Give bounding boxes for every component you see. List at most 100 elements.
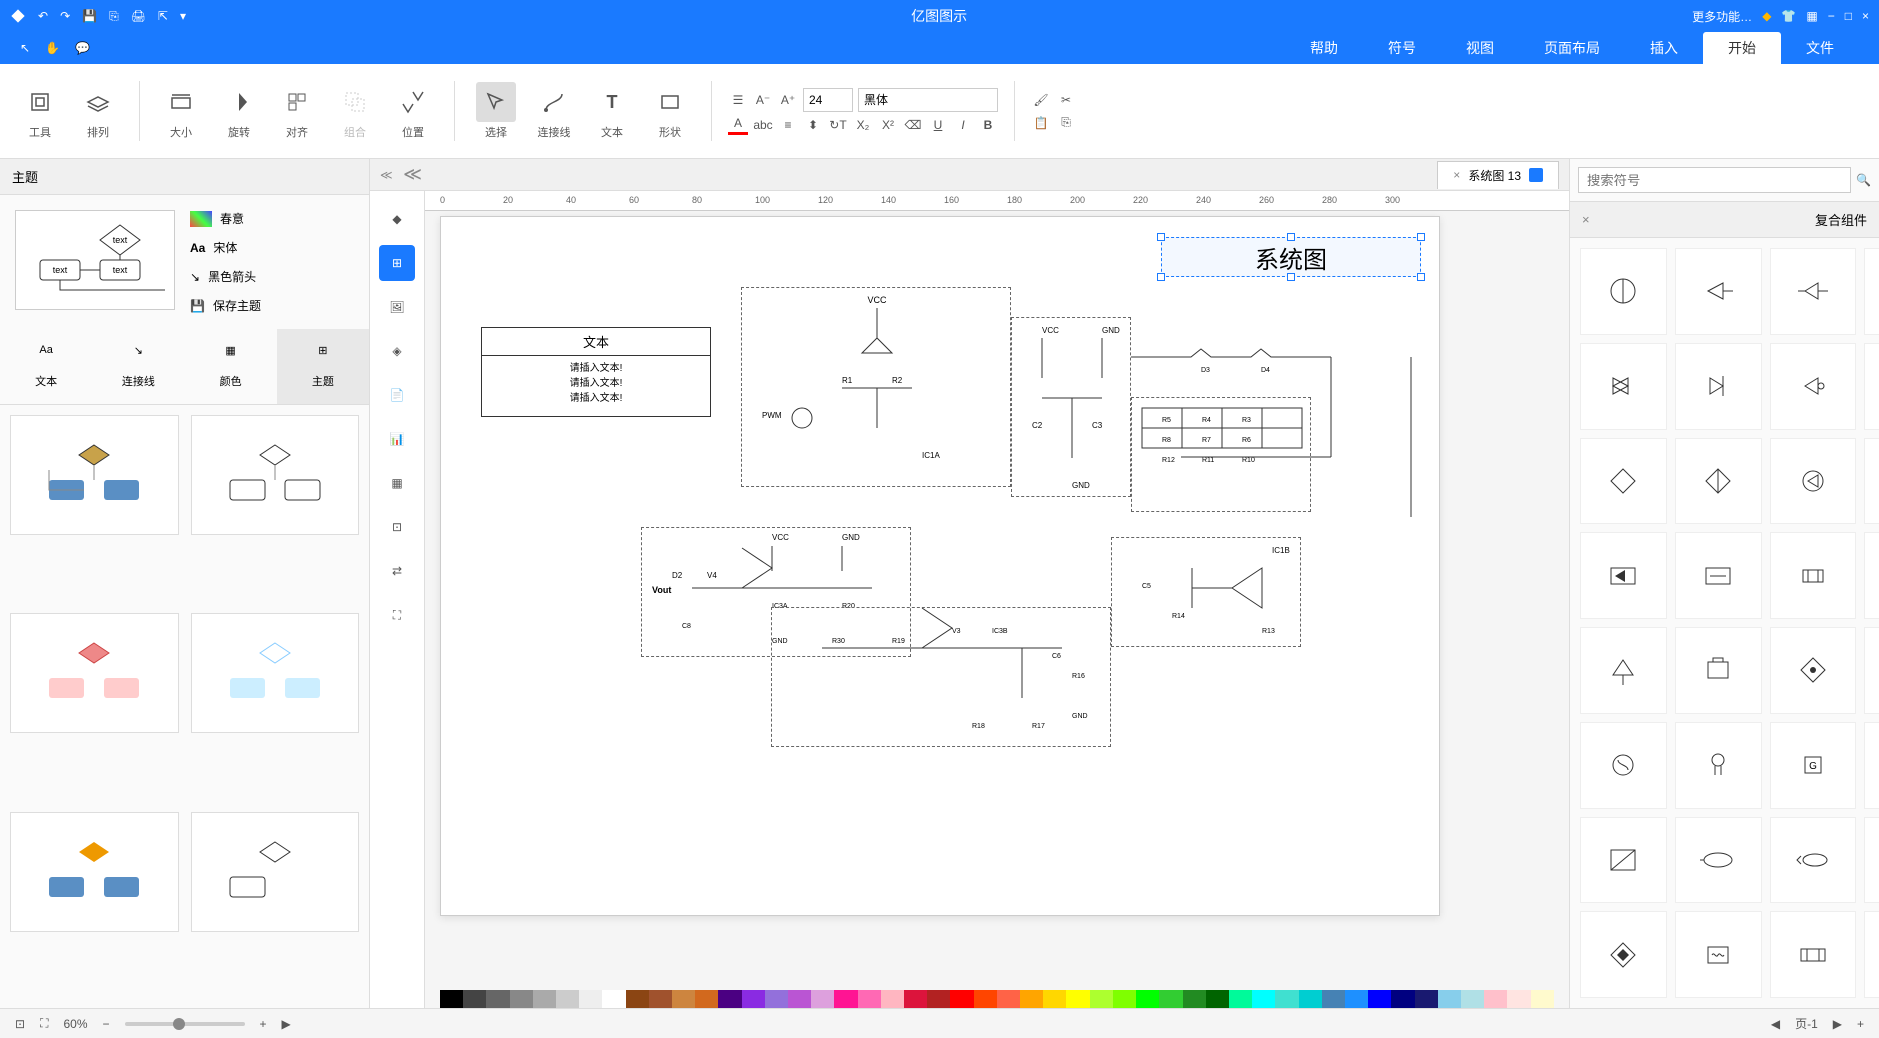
symbol-item[interactable] — [1770, 627, 1857, 714]
image-tool-icon[interactable]: 🖼 — [379, 289, 415, 325]
symbol-item[interactable] — [1675, 627, 1762, 714]
shapes-tool-icon[interactable]: ⊞ — [379, 245, 415, 281]
color-swatch[interactable] — [556, 990, 579, 1008]
color-swatch[interactable] — [1113, 990, 1136, 1008]
align-button[interactable] — [277, 82, 317, 122]
color-swatch[interactable] — [1275, 990, 1298, 1008]
minimize-button[interactable]: − — [1828, 9, 1835, 23]
maximize-button[interactable]: □ — [1845, 9, 1852, 23]
theme-opt-save[interactable]: 💾保存主题 — [190, 297, 261, 314]
symbol-item[interactable] — [1770, 532, 1857, 619]
cut-icon[interactable]: ✂ — [1056, 90, 1076, 110]
search-icon[interactable]: 🔍 — [1856, 173, 1871, 187]
color-swatch[interactable] — [1206, 990, 1229, 1008]
connector-button[interactable] — [534, 82, 574, 122]
theme-item[interactable] — [191, 812, 360, 932]
notes-tool-icon[interactable]: 📄 — [379, 377, 415, 413]
fullscreen-tool-icon[interactable]: ⛶ — [379, 597, 415, 633]
zoom-out-icon[interactable]: − — [103, 1017, 110, 1031]
color-swatch[interactable] — [1391, 990, 1414, 1008]
symbol-item[interactable]: G — [1770, 722, 1857, 809]
menu-tab-help[interactable]: 帮助 — [1285, 32, 1363, 64]
tab-close-icon[interactable]: × — [1453, 168, 1460, 182]
panel-close-icon[interactable]: × — [1582, 212, 1590, 227]
prev-page-icon[interactable]: ◀ — [1771, 1017, 1780, 1031]
color-swatch[interactable] — [1066, 990, 1089, 1008]
canvas[interactable]: 0204060801001201401601802002202402602803… — [425, 191, 1569, 1008]
theme-tab-text[interactable]: Aa文本 — [0, 329, 92, 404]
tabs-more-icon[interactable]: ≪ — [380, 168, 393, 182]
clear-format-icon[interactable]: ⌫ — [903, 115, 923, 135]
symbol-item[interactable] — [1770, 343, 1857, 430]
symbol-item[interactable] — [1864, 343, 1879, 430]
menu-tab-file[interactable]: 文件 — [1781, 32, 1859, 64]
color-swatch[interactable] — [811, 990, 834, 1008]
symbol-item[interactable] — [1864, 532, 1879, 619]
font-bigger-icon[interactable]: A⁺ — [778, 90, 798, 110]
theme-tab-connector[interactable]: ↘连接线 — [92, 329, 184, 404]
symbol-item[interactable]: X/Y — [1864, 817, 1879, 904]
symbol-search-input[interactable] — [1578, 167, 1851, 193]
symbol-item[interactable] — [1864, 722, 1879, 809]
org-tool-icon[interactable]: ⇄ — [379, 553, 415, 589]
zoom-slider[interactable] — [125, 1022, 245, 1026]
fit-page-icon[interactable]: ⊡ — [15, 1017, 25, 1031]
color-swatch[interactable] — [695, 990, 718, 1008]
table-tool-icon[interactable]: ▦ — [379, 465, 415, 501]
color-swatch[interactable] — [881, 990, 904, 1008]
clipboard-icon[interactable]: ⎘ — [1056, 113, 1076, 133]
color-swatch[interactable] — [997, 990, 1020, 1008]
theme-item[interactable] — [10, 812, 179, 932]
font-color-icon[interactable]: A — [728, 115, 748, 135]
symbol-item[interactable] — [1580, 343, 1667, 430]
diamond-icon[interactable]: ◆ — [1762, 9, 1771, 23]
combine-button[interactable] — [335, 82, 375, 122]
diagram-title-selected[interactable]: 系统图 — [1161, 237, 1421, 277]
redo-icon[interactable]: ↷ — [60, 9, 70, 23]
symbol-item[interactable] — [1675, 817, 1762, 904]
circuit-module-1[interactable]: VCCR1R2PWMIC1A — [741, 287, 1011, 487]
text-button[interactable]: T — [592, 82, 632, 122]
paste-icon[interactable]: 📋 — [1031, 113, 1051, 133]
color-swatch[interactable] — [1484, 990, 1507, 1008]
color-swatch[interactable] — [1252, 990, 1275, 1008]
indent-icon[interactable]: ☰ — [728, 90, 748, 110]
color-swatch[interactable] — [463, 990, 486, 1008]
color-swatch[interactable] — [440, 990, 463, 1008]
shape-button[interactable] — [650, 82, 690, 122]
next-page-icon[interactable]: ▶ — [1833, 1017, 1842, 1031]
theme-opt-connector[interactable]: ↘黑色箭头 — [190, 268, 261, 285]
color-swatch[interactable] — [1183, 990, 1206, 1008]
play-icon[interactable]: ▶ — [282, 1017, 291, 1031]
symbol-item[interactable] — [1675, 248, 1762, 335]
color-swatch[interactable] — [1461, 990, 1484, 1008]
symbol-item[interactable] — [1864, 911, 1879, 998]
symbol-item[interactable] — [1580, 438, 1667, 525]
format-painter-icon[interactable]: 🖌 — [1031, 90, 1051, 110]
circuit-module-2[interactable]: VCCGNDC2C3GND — [1011, 317, 1131, 497]
symbol-item[interactable] — [1770, 248, 1857, 335]
annotation-icon[interactable]: 💬 — [75, 41, 90, 55]
chart-tool-icon[interactable]: 📊 — [379, 421, 415, 457]
symbol-item[interactable] — [1580, 911, 1667, 998]
theme-item[interactable] — [10, 613, 179, 733]
color-swatch[interactable] — [602, 990, 625, 1008]
symbol-item[interactable] — [1864, 627, 1879, 714]
symbol-item[interactable] — [1675, 438, 1762, 525]
hand-tool-icon[interactable]: ✋ — [45, 41, 60, 55]
color-swatch[interactable] — [626, 990, 649, 1008]
circuit-module-3[interactable]: R5R4R3R8R7R6R12R11R10 — [1131, 397, 1311, 512]
color-swatch[interactable] — [1159, 990, 1182, 1008]
color-swatch[interactable] — [1090, 990, 1113, 1008]
symbol-item[interactable] — [1770, 438, 1857, 525]
size-button[interactable] — [161, 82, 201, 122]
menu-tab-start[interactable]: 开始 — [1703, 32, 1781, 64]
symbol-item[interactable] — [1580, 627, 1667, 714]
symbol-item[interactable] — [1580, 722, 1667, 809]
theme-opt-color[interactable]: 春意 — [190, 210, 261, 227]
symbol-item[interactable] — [1675, 343, 1762, 430]
menu-extra[interactable]: 更多功能… — [1692, 8, 1752, 25]
tools-button[interactable] — [20, 82, 60, 122]
bullet-icon[interactable]: ≡ — [778, 115, 798, 135]
color-swatch[interactable] — [1299, 990, 1322, 1008]
